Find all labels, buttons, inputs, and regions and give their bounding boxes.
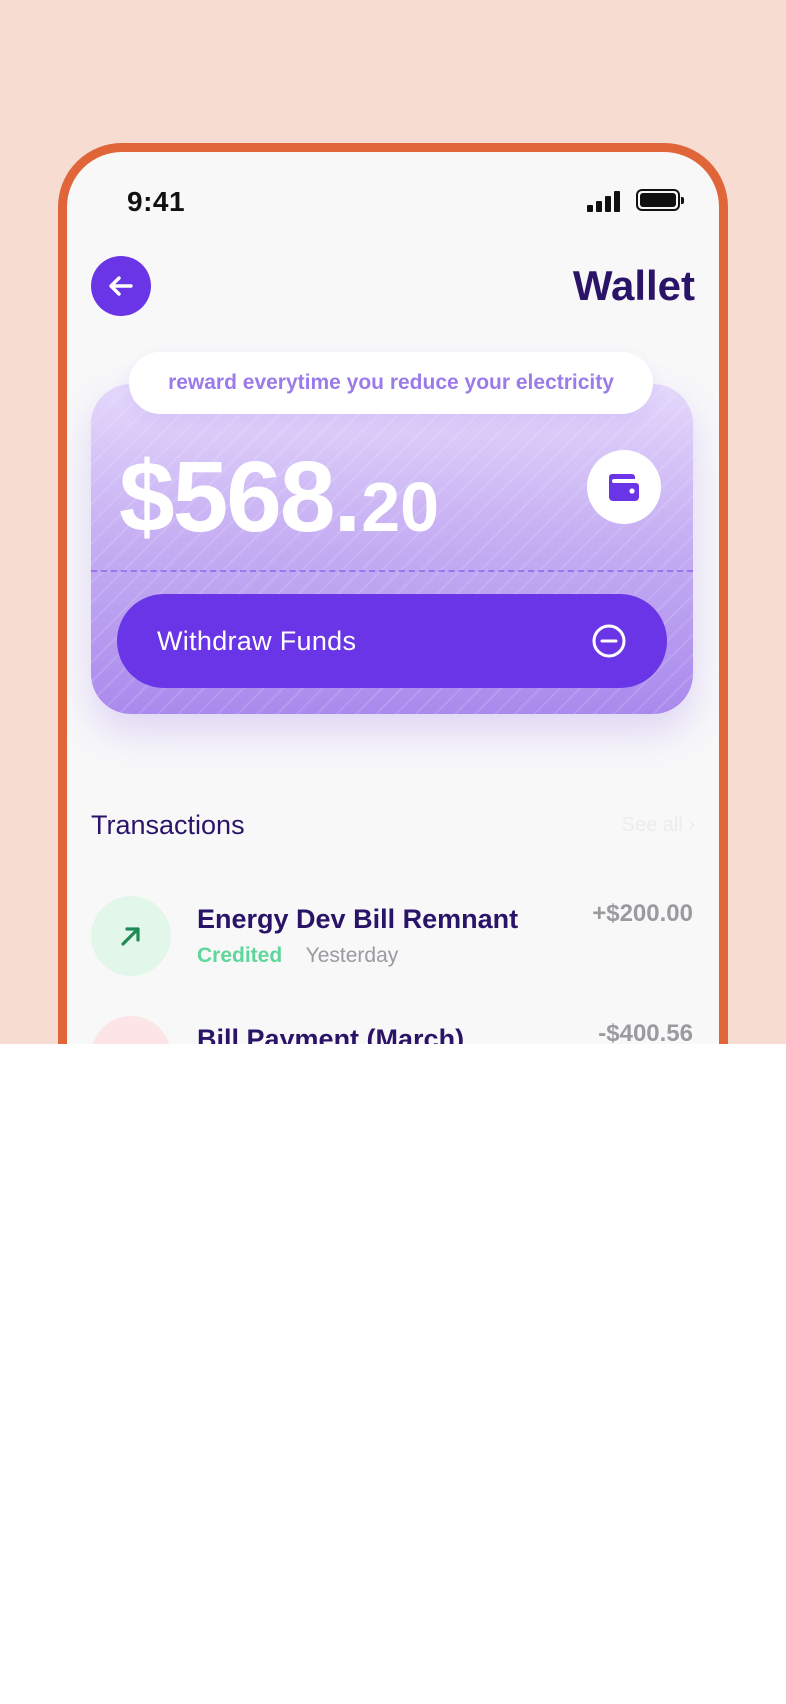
transaction-name: Energy Dev Bill Remnant <box>197 904 519 934</box>
balance-card: $568. 20 Withdraw Funds <box>91 384 693 714</box>
transaction-name: Bill Payment (March) <box>197 1024 465 1044</box>
card-divider <box>91 570 693 572</box>
balance-whole: $568. <box>119 441 361 553</box>
page-title: Wallet <box>572 262 695 309</box>
phone-frame: 9:41 Wallet $568. 20 Withdraw Funds rewa… <box>58 143 728 1044</box>
transaction-row[interactable]: Bill Payment (March) -$400.56 <box>91 1016 693 1044</box>
transaction-status: Credited <box>197 944 283 967</box>
back-button[interactable] <box>91 256 151 316</box>
status-bar: 9:41 <box>67 152 719 222</box>
arrow-up-right-icon <box>121 927 140 946</box>
transaction-amount: +$200.00 <box>592 900 693 927</box>
wallet-button[interactable] <box>587 450 661 524</box>
debit-badge <box>91 1016 171 1044</box>
arrow-left-icon <box>109 276 133 296</box>
transactions-title: Transactions <box>91 810 245 840</box>
canvas: 9:41 Wallet $568. 20 Withdraw Funds rewa… <box>0 0 786 1044</box>
balance-amount: $568. 20 <box>119 440 439 555</box>
wallet-icon <box>609 474 639 501</box>
transaction-row[interactable]: Energy Dev Bill Remnant Credited Yesterd… <box>91 896 693 986</box>
credit-badge <box>91 896 171 976</box>
balance-cents: 20 <box>361 468 440 546</box>
arrow-down-left-icon <box>116 1041 146 1044</box>
transaction-amount: -$400.56 <box>598 1020 693 1044</box>
transaction-meta: Credited Yesterday <box>197 944 398 968</box>
reward-tagline: reward everytime you reduce your electri… <box>129 352 653 414</box>
status-time: 9:41 <box>127 186 186 217</box>
minus-circle-icon <box>592 624 626 658</box>
transaction-date: Yesterday <box>305 944 399 967</box>
withdraw-funds-button[interactable]: Withdraw Funds <box>117 594 667 688</box>
battery-icon <box>636 189 684 211</box>
signal-icon <box>587 190 621 212</box>
see-all-link[interactable]: See all › <box>622 814 695 837</box>
withdraw-label: Withdraw Funds <box>157 625 357 656</box>
